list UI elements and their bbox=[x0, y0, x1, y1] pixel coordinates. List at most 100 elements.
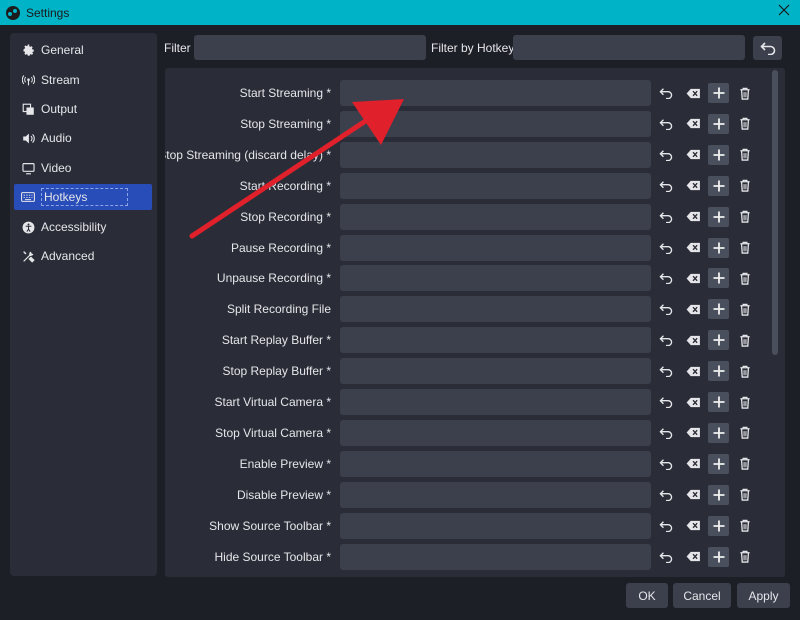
hotkey-input[interactable] bbox=[340, 141, 651, 168]
add-hotkey-button[interactable] bbox=[708, 113, 729, 134]
hotkey-input[interactable] bbox=[340, 327, 651, 354]
add-hotkey-button[interactable] bbox=[708, 206, 729, 227]
filter-by-hotkey-input[interactable] bbox=[513, 35, 745, 60]
clear-hotkey-button[interactable] bbox=[683, 516, 703, 536]
revert-hotkey-button[interactable] bbox=[656, 268, 676, 288]
revert-hotkey-button[interactable] bbox=[656, 330, 676, 350]
remove-hotkey-button[interactable] bbox=[735, 454, 755, 474]
remove-hotkey-button[interactable] bbox=[735, 238, 755, 258]
remove-hotkey-button[interactable] bbox=[735, 516, 755, 536]
revert-hotkey-button[interactable] bbox=[656, 114, 676, 134]
apply-button[interactable]: Apply bbox=[737, 583, 790, 608]
scrollbar-thumb[interactable] bbox=[772, 70, 778, 355]
hotkey-input[interactable] bbox=[340, 172, 651, 199]
hotkey-input[interactable] bbox=[340, 419, 651, 446]
hotkey-row: Start Recording * bbox=[165, 172, 765, 199]
hotkey-input[interactable] bbox=[340, 265, 651, 292]
remove-hotkey-button[interactable] bbox=[735, 392, 755, 412]
revert-hotkey-button[interactable] bbox=[656, 516, 676, 536]
add-hotkey-button[interactable] bbox=[708, 515, 729, 536]
hotkey-input[interactable] bbox=[340, 234, 651, 261]
revert-hotkey-button[interactable] bbox=[656, 145, 676, 165]
add-hotkey-button[interactable] bbox=[708, 268, 729, 289]
remove-hotkey-button[interactable] bbox=[735, 361, 755, 381]
revert-hotkey-button[interactable] bbox=[656, 423, 676, 443]
clear-hotkey-button[interactable] bbox=[683, 454, 703, 474]
hotkey-input[interactable] bbox=[340, 203, 651, 230]
add-hotkey-button[interactable] bbox=[708, 392, 729, 412]
clear-hotkey-button[interactable] bbox=[683, 361, 703, 381]
add-hotkey-button[interactable] bbox=[708, 144, 729, 165]
ok-button[interactable]: OK bbox=[626, 583, 668, 608]
add-hotkey-button[interactable] bbox=[708, 422, 729, 443]
remove-hotkey-button[interactable] bbox=[735, 547, 755, 567]
revert-hotkey-button[interactable] bbox=[656, 454, 676, 474]
sidebar-item-accessibility[interactable]: Accessibility bbox=[14, 214, 152, 240]
remove-hotkey-button[interactable] bbox=[735, 176, 755, 196]
revert-hotkey-button[interactable] bbox=[656, 207, 676, 227]
clear-hotkey-button[interactable] bbox=[683, 238, 703, 258]
add-hotkey-button[interactable] bbox=[708, 546, 729, 567]
revert-hotkey-button[interactable] bbox=[656, 238, 676, 258]
add-hotkey-button[interactable] bbox=[708, 83, 729, 103]
remove-hotkey-button[interactable] bbox=[735, 207, 755, 227]
backspace-icon bbox=[686, 428, 700, 438]
sidebar-item-general[interactable]: General bbox=[14, 37, 152, 63]
add-hotkey-button[interactable] bbox=[708, 484, 729, 505]
revert-hotkey-button[interactable] bbox=[656, 361, 676, 381]
remove-hotkey-button[interactable] bbox=[735, 423, 755, 443]
add-hotkey-button[interactable] bbox=[708, 237, 729, 258]
clear-hotkey-button[interactable] bbox=[683, 207, 703, 227]
add-hotkey-button[interactable] bbox=[708, 361, 729, 382]
scrollbar[interactable] bbox=[771, 70, 779, 575]
hotkey-input[interactable] bbox=[340, 110, 651, 137]
clear-hotkey-button[interactable] bbox=[683, 330, 703, 350]
add-hotkey-button[interactable] bbox=[708, 175, 729, 196]
remove-hotkey-button[interactable] bbox=[735, 83, 755, 103]
clear-hotkey-button[interactable] bbox=[683, 176, 703, 196]
revert-hotkey-button[interactable] bbox=[656, 485, 676, 505]
clear-hotkey-button[interactable] bbox=[683, 299, 703, 319]
clear-hotkey-button[interactable] bbox=[683, 392, 703, 412]
revert-hotkey-button[interactable] bbox=[656, 176, 676, 196]
revert-hotkey-button[interactable] bbox=[656, 547, 676, 567]
sidebar-item-advanced[interactable]: Advanced bbox=[14, 243, 152, 269]
cancel-button[interactable]: Cancel bbox=[673, 583, 731, 608]
revert-hotkey-button[interactable] bbox=[656, 83, 676, 103]
hotkey-input[interactable] bbox=[340, 358, 651, 385]
hotkey-input[interactable] bbox=[340, 481, 651, 508]
trash-icon bbox=[740, 427, 750, 440]
filter-input[interactable] bbox=[194, 35, 426, 60]
revert-hotkey-button[interactable] bbox=[656, 299, 676, 319]
hotkey-input[interactable] bbox=[340, 450, 651, 477]
remove-hotkey-button[interactable] bbox=[735, 330, 755, 350]
clear-hotkey-button[interactable] bbox=[683, 114, 703, 134]
clear-hotkey-button[interactable] bbox=[683, 547, 703, 567]
clear-hotkey-button[interactable] bbox=[683, 268, 703, 288]
add-hotkey-button[interactable] bbox=[708, 299, 729, 320]
add-hotkey-button[interactable] bbox=[708, 453, 729, 474]
remove-hotkey-button[interactable] bbox=[735, 299, 755, 319]
sidebar-item-video[interactable]: Video bbox=[14, 155, 152, 181]
hotkey-input[interactable] bbox=[340, 512, 651, 539]
clear-hotkey-button[interactable] bbox=[683, 423, 703, 443]
clear-hotkey-button[interactable] bbox=[683, 485, 703, 505]
hotkey-input[interactable] bbox=[340, 296, 651, 323]
add-hotkey-button[interactable] bbox=[708, 330, 729, 351]
sidebar-item-audio[interactable]: Audio bbox=[14, 125, 152, 151]
hotkey-input[interactable] bbox=[340, 543, 651, 570]
remove-hotkey-button[interactable] bbox=[735, 145, 755, 165]
remove-hotkey-button[interactable] bbox=[735, 485, 755, 505]
remove-hotkey-button[interactable] bbox=[735, 114, 755, 134]
sidebar-item-stream[interactable]: Stream bbox=[14, 67, 152, 93]
remove-hotkey-button[interactable] bbox=[735, 268, 755, 288]
revert-hotkey-button[interactable] bbox=[656, 392, 676, 412]
hotkey-input[interactable] bbox=[340, 389, 651, 415]
sidebar-item-output[interactable]: Output bbox=[14, 96, 152, 122]
clear-hotkey-button[interactable] bbox=[683, 83, 703, 103]
close-button[interactable] bbox=[776, 4, 792, 20]
hotkey-input[interactable] bbox=[340, 80, 651, 106]
reset-filter-button[interactable] bbox=[753, 36, 782, 60]
sidebar-item-hotkeys[interactable]: Hotkeys bbox=[14, 184, 152, 210]
clear-hotkey-button[interactable] bbox=[683, 145, 703, 165]
